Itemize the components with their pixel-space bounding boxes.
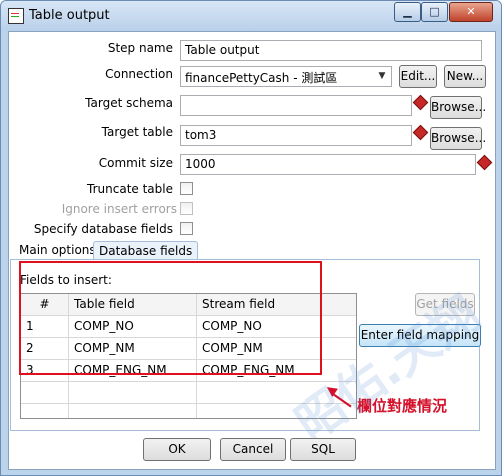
column-header-table-field[interactable]: Table field bbox=[69, 294, 197, 315]
sql-button[interactable]: SQL bbox=[290, 438, 356, 461]
connection-select[interactable]: financePettyCash - 測試區 ▼ bbox=[180, 66, 392, 87]
step-name-label: Step name bbox=[107, 41, 173, 55]
row-number: 3 bbox=[21, 360, 69, 381]
title-bar[interactable]: Table output ▁ □ ✕ bbox=[1, 1, 501, 31]
variable-diamond-icon bbox=[476, 154, 493, 171]
variable-diamond-icon bbox=[412, 124, 429, 141]
variable-diamond-icon bbox=[412, 94, 429, 111]
table-row[interactable]: 1 COMP_NO COMP_NO bbox=[21, 316, 356, 338]
stream-field-cell[interactable]: COMP_ENG_NM bbox=[197, 360, 356, 381]
fields-table: # Table field Stream field 1 COMP_NO COM… bbox=[20, 293, 357, 419]
tab-main-options[interactable]: Main options bbox=[14, 241, 101, 259]
table-field-cell[interactable]: COMP_NO bbox=[69, 316, 197, 337]
specify-fields-label: Specify database fields bbox=[33, 222, 173, 236]
table-row[interactable]: 2 COMP_NM COMP_NM bbox=[21, 338, 356, 360]
column-header-stream-field[interactable]: Stream field bbox=[197, 294, 356, 315]
stream-field-cell[interactable]: COMP_NM bbox=[197, 338, 356, 359]
table-output-icon bbox=[8, 8, 24, 24]
column-header-num[interactable]: # bbox=[21, 294, 69, 315]
stream-field-cell[interactable]: COMP_NO bbox=[197, 316, 356, 337]
cancel-button[interactable]: Cancel bbox=[220, 438, 286, 461]
table-row bbox=[21, 404, 356, 418]
fields-to-insert-label: Fields to insert: bbox=[20, 273, 112, 287]
truncate-table-label: Truncate table bbox=[87, 182, 173, 196]
target-schema-label: Target schema bbox=[85, 96, 173, 110]
ignore-insert-errors-label: Ignore insert errors bbox=[61, 202, 177, 216]
target-schema-input[interactable] bbox=[180, 95, 412, 116]
tab-database-fields[interactable]: Database fields bbox=[93, 241, 199, 260]
specify-fields-checkbox[interactable] bbox=[180, 222, 193, 235]
table-field-cell[interactable]: COMP_ENG_NM bbox=[69, 360, 197, 381]
annotation-text: 欄位對應情況 bbox=[357, 397, 448, 415]
chevron-down-icon[interactable]: ▼ bbox=[374, 68, 390, 85]
close-button[interactable]: ✕ bbox=[449, 2, 493, 22]
enter-field-mapping-button[interactable]: Enter field mapping bbox=[359, 324, 481, 347]
ok-button[interactable]: OK bbox=[143, 438, 211, 461]
connection-value: financePettyCash - 測試區 bbox=[185, 71, 338, 85]
commit-size-input[interactable]: 1000 bbox=[180, 154, 476, 175]
minimize-button[interactable]: ▁ bbox=[394, 2, 421, 22]
browse-table-button[interactable]: Browse... bbox=[430, 127, 486, 150]
target-table-label: Target table bbox=[101, 125, 173, 139]
commit-size-label: Commit size bbox=[98, 156, 173, 170]
browse-schema-button[interactable]: Browse... bbox=[430, 96, 486, 119]
maximize-button[interactable]: □ bbox=[421, 2, 448, 22]
get-fields-button[interactable]: Get fields bbox=[415, 293, 475, 316]
target-table-input[interactable]: tom3 bbox=[180, 125, 412, 146]
connection-label: Connection bbox=[105, 67, 173, 81]
step-name-input[interactable]: Table output bbox=[180, 40, 482, 61]
table-field-cell[interactable]: COMP_NM bbox=[69, 338, 197, 359]
edit-connection-button[interactable]: Edit... bbox=[399, 65, 437, 88]
table-row[interactable]: 3 COMP_ENG_NM COMP_ENG_NM bbox=[21, 360, 356, 382]
truncate-table-checkbox[interactable] bbox=[180, 182, 193, 195]
ignore-insert-errors-checkbox[interactable] bbox=[180, 202, 193, 215]
table-row bbox=[21, 382, 356, 404]
window-title: Table output bbox=[29, 8, 110, 23]
new-connection-button[interactable]: New... bbox=[444, 65, 486, 88]
row-number: 2 bbox=[21, 338, 69, 359]
row-number: 1 bbox=[21, 316, 69, 337]
table-header-row: # Table field Stream field bbox=[21, 294, 356, 316]
